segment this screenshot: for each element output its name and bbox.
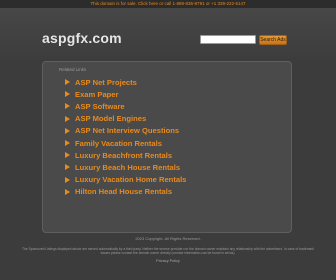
footer: 2023 Copyright. All Rights Reserved. The… <box>0 233 336 280</box>
arrow-right-icon <box>65 79 70 86</box>
list-item[interactable]: Hilton Head House Rentals <box>57 186 277 198</box>
related-links-heading: Related Links <box>59 67 87 72</box>
search-button[interactable]: Search Ads <box>259 35 287 45</box>
link-asp-model-engines[interactable]: ASP Model Engines <box>75 114 146 123</box>
site-logo[interactable]: aspgfx.com <box>42 30 122 46</box>
list-item[interactable]: ASP Net Interview Questions <box>57 125 277 137</box>
arrow-right-icon <box>65 127 70 134</box>
link-exam-paper[interactable]: Exam Paper <box>75 90 118 99</box>
arrow-right-icon <box>65 188 70 195</box>
privacy-policy-link[interactable]: Privacy Policy <box>0 259 336 263</box>
list-item[interactable]: ASP Net Projects <box>57 76 277 88</box>
arrow-right-icon <box>65 91 70 98</box>
related-links-list: ASP Net Projects Exam Paper ASP Software… <box>57 76 277 198</box>
link-luxury-vacation-home-rentals[interactable]: Luxury Vacation Home Rentals <box>75 175 186 184</box>
arrow-right-icon <box>65 140 70 147</box>
header: aspgfx.com Search Ads <box>0 8 336 58</box>
related-links-panel: Related Links ASP Net Projects Exam Pape… <box>42 61 292 233</box>
copyright-text: 2023 Copyright. All Rights Reserved. <box>135 236 201 241</box>
disclaimer-text: The Sponsored Listings displayed above a… <box>21 247 315 255</box>
link-asp-software[interactable]: ASP Software <box>75 102 125 111</box>
arrow-right-icon <box>65 103 70 110</box>
link-hilton-head-house-rentals[interactable]: Hilton Head House Rentals <box>75 187 172 196</box>
sale-banner[interactable]: This domain is for sale. Click here or c… <box>0 0 336 8</box>
link-asp-net-projects[interactable]: ASP Net Projects <box>75 78 137 87</box>
link-luxury-beach-house-rentals[interactable]: Luxury Beach House Rentals <box>75 163 180 172</box>
list-item[interactable]: ASP Software <box>57 100 277 112</box>
list-item[interactable]: Luxury Vacation Home Rentals <box>57 174 277 186</box>
list-item[interactable]: Luxury Beachfront Rentals <box>57 149 277 161</box>
link-asp-net-interview-questions[interactable]: ASP Net Interview Questions <box>75 126 179 135</box>
arrow-right-icon <box>65 176 70 183</box>
list-item[interactable]: Exam Paper <box>57 88 277 100</box>
arrow-right-icon <box>65 115 70 122</box>
arrow-right-icon <box>65 152 70 159</box>
list-item[interactable]: ASP Model Engines <box>57 113 277 125</box>
search-input[interactable] <box>200 35 256 44</box>
link-luxury-beachfront-rentals[interactable]: Luxury Beachfront Rentals <box>75 151 172 160</box>
link-family-vacation-rentals[interactable]: Family Vacation Rentals <box>75 139 162 148</box>
list-item[interactable]: Family Vacation Rentals <box>57 137 277 149</box>
list-item[interactable]: Luxury Beach House Rentals <box>57 161 277 173</box>
arrow-right-icon <box>65 164 70 171</box>
